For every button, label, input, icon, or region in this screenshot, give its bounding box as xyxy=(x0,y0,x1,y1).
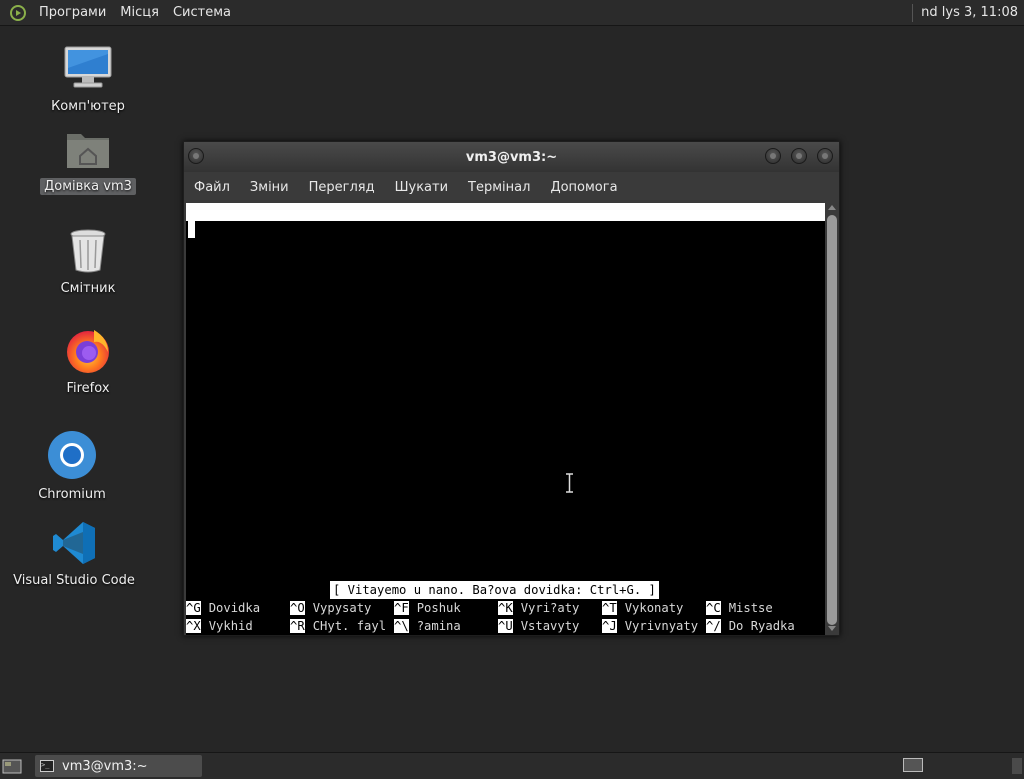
clock[interactable]: nd lys 3, 11:08 xyxy=(921,5,1024,20)
shortcut-read-file: ^R CHyt. fayl xyxy=(290,617,386,635)
close-button[interactable] xyxy=(817,148,833,164)
scroll-up-arrow-icon[interactable] xyxy=(828,205,836,210)
minimize-button[interactable] xyxy=(765,148,781,164)
shortcut-key: ^\ xyxy=(394,619,409,633)
menu-terminal[interactable]: Термінал xyxy=(458,180,540,195)
desktop-icon-label: Chromium xyxy=(38,487,106,502)
shortcut-label: Vyrivnyaty xyxy=(624,619,699,633)
terminal-area[interactable]: GNU nano 8.2 Novyy bufer [ Vitayemo u na… xyxy=(186,203,826,635)
shortcut-label: Poshuk xyxy=(416,601,461,615)
workspace-switcher[interactable] xyxy=(903,758,923,772)
scroll-thumb[interactable] xyxy=(827,215,837,625)
desktop-icon-chromium[interactable]: Chromium xyxy=(32,430,112,503)
shortcut-key: ^O xyxy=(290,601,305,615)
menu-edit[interactable]: Зміни xyxy=(240,180,299,195)
shortcut-cut: ^K Vyri?aty xyxy=(498,599,579,617)
desktop-icon-label: Firefox xyxy=(66,381,110,396)
shortcut-label: Vypysaty xyxy=(312,601,372,615)
shortcut-location: ^C Mistse xyxy=(706,599,773,617)
shortcut-paste: ^U Vstavyty xyxy=(498,617,579,635)
trash-icon xyxy=(70,229,106,273)
nano-version: GNU nano 8.2 xyxy=(202,223,291,237)
shortcut-key: ^C xyxy=(706,601,721,615)
home-folder-icon xyxy=(67,134,109,168)
shortcut-key: ^U xyxy=(498,619,513,633)
scroll-down-arrow-icon[interactable] xyxy=(828,626,836,631)
nano-buffer-name: Novyy bufer xyxy=(482,241,563,255)
terminal-window[interactable]: vm3@vm3:~ Файл Зміни Перегляд Шукати Тер… xyxy=(183,141,840,636)
menu-applications[interactable]: Програми xyxy=(32,5,113,20)
shortcut-key: ^F xyxy=(394,601,409,615)
desktop-icon-label: Смітник xyxy=(60,281,116,296)
nano-title-bar: GNU nano 8.2 Novyy bufer xyxy=(186,203,826,255)
shortcut-key: ^G xyxy=(186,601,201,615)
desktop-icon-vscode[interactable]: Visual Studio Code xyxy=(13,520,135,589)
menu-places[interactable]: Місця xyxy=(113,5,166,20)
shortcut-exit: ^X Vykhid xyxy=(186,617,253,635)
firefox-icon xyxy=(67,330,109,373)
shortcut-label: Vstavyty xyxy=(520,619,580,633)
window-title: vm3@vm3:~ xyxy=(465,149,558,165)
bottom-panel: >_ vm3@vm3:~ xyxy=(0,752,1024,779)
top-panel: Програми Місця Система nd lys 3, 11:08 xyxy=(0,0,1024,26)
shortcut-key: ^K xyxy=(498,601,513,615)
menu-help[interactable]: Допомога xyxy=(540,180,627,195)
shortcut-key: ^R xyxy=(290,619,305,633)
desktop-icon-label: Домівка vm3 xyxy=(40,178,136,195)
shortcut-key: ^/ xyxy=(706,619,721,633)
maximize-button[interactable] xyxy=(791,148,807,164)
nano-status-message: [ Vitayemo u nano. Ba?ova dovidka: Ctrl+… xyxy=(330,581,659,599)
desktop-icon-trash[interactable]: Смітник xyxy=(48,228,128,297)
menu-file[interactable]: Файл xyxy=(184,180,240,195)
ibeam-cursor-icon xyxy=(566,473,573,493)
shortcut-label: CHyt. fayl xyxy=(312,619,387,633)
shortcut-row-2: ^X Vykhid ^R CHyt. fayl ^\ ?amina ^U Vstavyt… xyxy=(186,617,826,635)
trash-applet[interactable] xyxy=(1012,758,1022,774)
shortcut-label: Dovidka xyxy=(208,601,261,615)
distro-logo-icon[interactable] xyxy=(10,4,26,21)
shortcut-key: ^T xyxy=(602,601,617,615)
shortcut-row-1: ^G Dovidka ^O Vypysaty ^F Poshuk ^K Vyri?aty… xyxy=(186,599,826,617)
shortcut-label: Vyri?aty xyxy=(520,601,580,615)
shortcut-label: Do Ryadka xyxy=(728,619,795,633)
shortcut-where-is: ^F Poshuk xyxy=(394,599,461,617)
window-menubar: Файл Зміни Перегляд Шукати Термінал Допо… xyxy=(184,172,839,202)
desktop-icon-computer[interactable]: Комп'ютер xyxy=(48,44,128,115)
taskbar-item-terminal[interactable]: >_ vm3@vm3:~ xyxy=(35,755,202,777)
shortcut-label: ?amina xyxy=(416,619,461,633)
menu-system[interactable]: Система xyxy=(166,5,238,20)
shortcut-label: Mistse xyxy=(728,601,773,615)
shortcut-help: ^G Dovidka xyxy=(186,599,260,617)
shortcut-go-to-line: ^/ Do Ryadka xyxy=(706,617,795,635)
shortcut-label: Vykonaty xyxy=(624,601,684,615)
shortcut-replace: ^\ ?amina xyxy=(394,617,461,635)
desktop-icon-label: Комп'ютер xyxy=(51,99,125,114)
terminal-scrollbar[interactable] xyxy=(825,203,839,635)
shortcut-execute: ^T Vykonaty xyxy=(602,599,683,617)
text-cursor xyxy=(188,221,195,238)
desktop-icon-label: Visual Studio Code xyxy=(13,573,135,588)
computer-monitor-icon xyxy=(64,46,112,88)
desktop-icon-home[interactable]: Домівка vm3 xyxy=(40,128,136,195)
window-menu-icon[interactable] xyxy=(188,148,204,164)
vscode-icon xyxy=(53,522,95,564)
shortcut-justify: ^J Vyrivnyaty xyxy=(602,617,698,635)
terminal-icon: >_ xyxy=(40,760,54,772)
shortcut-label: Vykhid xyxy=(208,619,253,633)
taskbar-item-label: vm3@vm3:~ xyxy=(62,758,148,774)
shortcut-key: ^X xyxy=(186,619,201,633)
shortcut-write-out: ^O Vypysaty xyxy=(290,599,371,617)
menu-view[interactable]: Перегляд xyxy=(299,180,385,195)
window-titlebar[interactable]: vm3@vm3:~ xyxy=(184,142,839,172)
desktop-icon-firefox[interactable]: Firefox xyxy=(48,326,128,397)
show-desktop-icon[interactable] xyxy=(2,757,22,775)
chromium-icon xyxy=(48,431,96,479)
menu-search[interactable]: Шукати xyxy=(385,180,458,195)
shortcut-key: ^J xyxy=(602,619,617,633)
panel-separator xyxy=(912,3,914,22)
